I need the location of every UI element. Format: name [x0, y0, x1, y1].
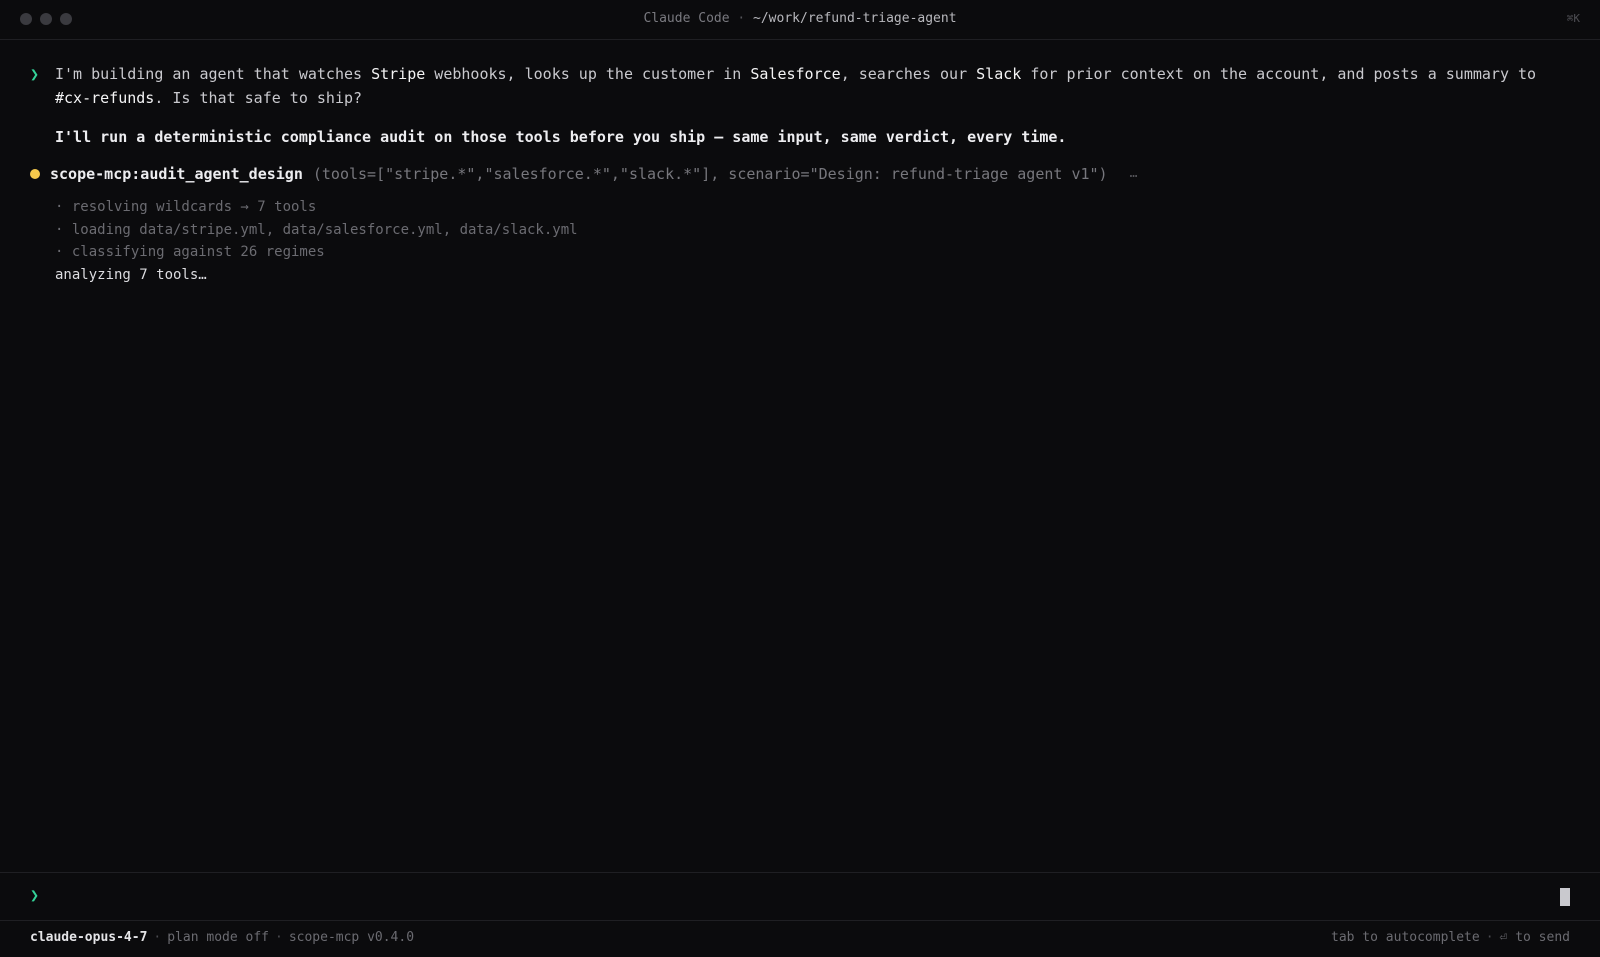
running-status-icon: [30, 169, 40, 179]
prompt-input-area: ❯: [0, 872, 1600, 921]
progress-step: · classifying against 26 regimes: [55, 244, 325, 260]
status-separator: ·: [274, 930, 283, 945]
tool-progress-log: · resolving wildcards → 7 tools · loadin…: [30, 196, 1570, 286]
window-title: Claude Code · ~/work/refund-triage-agent: [0, 11, 1600, 26]
expand-tool-call-button[interactable]: …: [1130, 162, 1138, 186]
tool-call-args: (tools=["stripe.*","salesforce.*","slack…: [312, 165, 1108, 183]
status-bar: claude-opus-4-7 · plan mode off · scope-mcp …: [0, 921, 1600, 957]
progress-step: · resolving wildcards → 7 tools: [55, 199, 317, 215]
progress-step: · loading data/stripe.yml, data/salesfor…: [55, 221, 578, 238]
user-text-segment: webhooks, looks up the customer in: [425, 65, 751, 83]
user-text-segment: , searches our: [840, 65, 977, 83]
tool-call-name: scope-mcp:audit_agent_design: [50, 165, 303, 183]
title-bar: Claude Code · ~/work/refund-triage-agent…: [0, 0, 1600, 40]
status-separator: ·: [1485, 930, 1494, 945]
text-cursor: [1560, 888, 1570, 906]
user-text-segment: for prior context on the account, and po…: [1021, 65, 1537, 83]
model-name[interactable]: claude-opus-4-7: [30, 930, 147, 945]
autocomplete-hint: tab to autocomplete: [1331, 930, 1480, 945]
user-message-text: I'm building an agent that watches Strip…: [55, 62, 1570, 110]
mention-channel: #cx-refunds: [55, 89, 155, 107]
title-separator: ·: [737, 11, 746, 26]
conversation-transcript: ❯ I'm building an agent that watches Str…: [30, 62, 1570, 286]
user-text-segment: . Is that safe to ship?: [154, 89, 363, 107]
status-hints: tab to autocomplete · ⏎ to send: [1331, 930, 1570, 945]
prompt-chevron-icon: ❯: [30, 65, 40, 83]
mention-slack: Slack: [976, 65, 1022, 83]
user-text-segment: I'm building an agent that watches: [55, 65, 372, 83]
current-status-line: analyzing 7 tools…: [55, 266, 207, 283]
command-palette-shortcut[interactable]: ⌘K: [1567, 12, 1580, 25]
mention-salesforce: Salesforce: [750, 65, 841, 83]
status-separator: ·: [153, 930, 162, 945]
working-directory: ~/work/refund-triage-agent: [753, 11, 957, 26]
mcp-plugin-version: scope-mcp v0.4.0: [288, 930, 415, 945]
input-chevron-icon: ❯: [30, 886, 40, 904]
status-left: claude-opus-4-7 · plan mode off · scope-mcp …: [30, 930, 414, 945]
user-message: ❯ I'm building an agent that watches Str…: [30, 62, 1570, 110]
prompt-input[interactable]: [60, 883, 1544, 911]
mention-stripe: Stripe: [371, 65, 426, 83]
assistant-message: I'll run a deterministic compliance audi…: [55, 128, 1067, 146]
tool-call[interactable]: scope-mcp:audit_agent_design (tools=["st…: [30, 162, 1570, 186]
send-hint: ⏎ to send: [1499, 930, 1570, 945]
terminal-window: Claude Code · ~/work/refund-triage-agent…: [0, 0, 1600, 957]
plan-mode-status[interactable]: plan mode off: [167, 930, 269, 945]
app-name: Claude Code: [643, 11, 730, 26]
